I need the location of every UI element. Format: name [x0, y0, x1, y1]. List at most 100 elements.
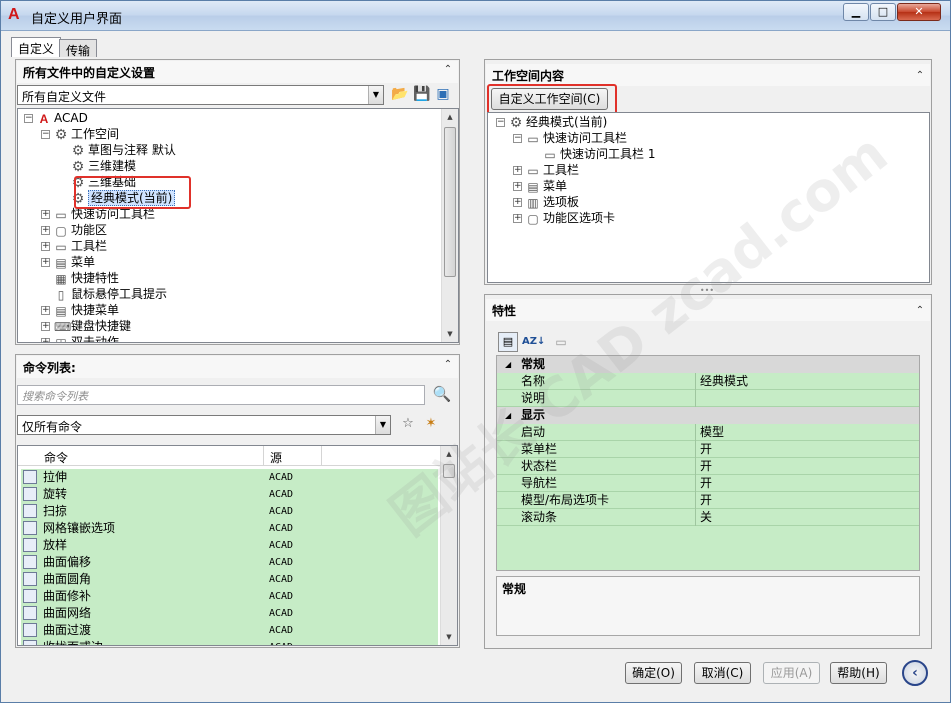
collapse-icon[interactable]: ◢	[505, 407, 511, 424]
property-category[interactable]: ◢ 常规	[497, 356, 919, 373]
collapse-icon[interactable]: ⌃	[913, 304, 927, 318]
expand-icon[interactable]: +	[41, 306, 50, 315]
collapse-icon[interactable]: ◢	[505, 356, 511, 373]
command-row[interactable]: 放样 ACAD	[21, 537, 438, 554]
property-value[interactable]: 经典模式	[700, 373, 748, 390]
tree-item[interactable]: + ▤ 快捷菜单	[41, 302, 119, 318]
tree-item[interactable]: ⚙ 三维建模	[58, 158, 136, 174]
expand-icon[interactable]: +	[41, 338, 50, 342]
expand-icon[interactable]: +	[513, 198, 522, 207]
tree-scrollbar[interactable]: ▲ ▼	[441, 109, 458, 342]
tree-item[interactable]: ▭ 快速访问工具栏 1	[530, 146, 655, 162]
scroll-down-icon[interactable]: ▼	[441, 629, 457, 645]
save-icon[interactable]: 💾	[413, 86, 430, 102]
scroll-up-icon[interactable]: ▲	[442, 109, 458, 125]
minimize-button[interactable]: ▁	[843, 3, 869, 21]
collapse-icon[interactable]: ⌃	[913, 69, 927, 83]
property-row[interactable]: 说明	[497, 390, 919, 407]
collapse-icon[interactable]: −	[24, 114, 33, 123]
command-row[interactable]: 网格镶嵌选项 ACAD	[21, 520, 438, 537]
property-row[interactable]: 状态栏 开	[497, 458, 919, 475]
search-icon[interactable]: 🔍	[432, 384, 452, 404]
splitter-grip[interactable]: •••	[698, 287, 716, 295]
command-row[interactable]: 曲面修补 ACAD	[21, 588, 438, 605]
command-list-scrollbar[interactable]: ▲ ▼	[440, 446, 457, 645]
tree-item[interactable]: + ▢ 功能区	[41, 222, 107, 238]
ok-button[interactable]: 确定(O)	[625, 662, 682, 684]
maximize-button[interactable]: □	[870, 3, 896, 21]
command-row[interactable]: 曲面过渡 ACAD	[21, 622, 438, 639]
sort-alphabetical-icon[interactable]: AZ↓	[522, 332, 545, 352]
apply-button[interactable]: 应用(A)	[763, 662, 820, 684]
scroll-down-icon[interactable]: ▼	[442, 326, 458, 342]
tree-item[interactable]: + ▥ 选项板	[513, 194, 579, 210]
new-command-icon[interactable]: ✶	[422, 415, 440, 433]
command-filter-dropdown[interactable]: 仅所有命令 ▼	[17, 415, 391, 435]
expand-icon[interactable]: +	[41, 322, 50, 331]
expand-icon[interactable]: +	[513, 182, 522, 191]
properties-grid[interactable]: ◢ 常规 名称 经典模式 说明 ◢ 显示 启动 模型 菜单栏开状态栏开导航栏开模型/布局选项卡开滚…	[496, 355, 920, 571]
command-row[interactable]: 曲面圆角 ACAD	[21, 571, 438, 588]
collapse-panel-icon[interactable]: ‹	[902, 660, 928, 686]
collapse-icon[interactable]: ⌃	[441, 63, 455, 77]
property-row[interactable]: 菜单栏 开	[497, 441, 919, 458]
command-row[interactable]: 曲面偏移 ACAD	[21, 554, 438, 571]
tab-customize[interactable]: 自定义	[11, 37, 62, 57]
tree-item[interactable]: − ⚙ 经典模式(当前)	[496, 114, 607, 130]
command-row[interactable]: 拉伸 ACAD	[21, 469, 438, 486]
tree-item[interactable]: ▯ 鼠标悬停工具提示	[41, 286, 167, 302]
customizations-tree[interactable]: ▲ ▼ − A ACAD − ⚙ 工作空间 ⚙ 草图与注释 默认 ⚙ 三维建模 ⚙ 三维基础 ⚙ 经典模式…	[17, 108, 459, 343]
command-row[interactable]: 收拢面或边 ACAD	[21, 639, 438, 645]
tree-item[interactable]: + ▤ 菜单	[513, 178, 567, 194]
workspace-contents-tree[interactable]: − ⚙ 经典模式(当前) − ▭ 快速访问工具栏 ▭ 快速访问工具栏 1 + ▭ 工具栏 + ▤ 菜单 + ▥…	[487, 112, 930, 283]
tree-item[interactable]: + ▭ 工具栏	[41, 238, 107, 254]
property-value[interactable]: 模型	[700, 424, 724, 441]
collapse-icon[interactable]: −	[513, 134, 522, 143]
tree-item[interactable]: + ▢ 功能区选项卡	[513, 210, 615, 226]
expand-icon[interactable]: +	[513, 214, 522, 223]
collapse-icon[interactable]: ⌃	[441, 358, 455, 372]
open-file-icon[interactable]: 📂	[391, 86, 408, 102]
property-row[interactable]: 启动 模型	[497, 424, 919, 441]
collapse-icon[interactable]: −	[41, 130, 50, 139]
property-value[interactable]: 开	[700, 441, 712, 458]
expand-icon[interactable]: +	[41, 258, 50, 267]
tab-transfer[interactable]: 传输	[59, 39, 98, 58]
command-row[interactable]: 旋转 ACAD	[21, 486, 438, 503]
save-as-icon[interactable]: ▣	[435, 86, 451, 102]
tree-item[interactable]: + ◳ 双击动作	[41, 334, 119, 342]
tree-item[interactable]: + ▤ 菜单	[41, 254, 95, 270]
property-pages-icon[interactable]: ▭	[551, 332, 571, 352]
column-source[interactable]: 源	[270, 449, 282, 466]
command-list[interactable]: 命令 源 ▲ ▼ 拉伸 ACAD 旋转 ACAD 扫掠 ACAD 网格镶嵌选项 ACAD 放样 A…	[17, 445, 458, 646]
expand-icon[interactable]: +	[513, 166, 522, 175]
tree-item[interactable]: − ⚙ 工作空间	[41, 126, 119, 142]
command-search-input[interactable]: 搜索命令列表	[17, 385, 425, 405]
property-row[interactable]: 导航栏 开	[497, 475, 919, 492]
property-value[interactable]: 开	[700, 458, 712, 475]
tree-item[interactable]: ▦ 快捷特性	[41, 270, 119, 286]
expand-icon[interactable]: +	[41, 242, 50, 251]
tree-item[interactable]: ⚙ 草图与注释 默认	[58, 142, 176, 158]
property-row[interactable]: 滚动条 关	[497, 509, 919, 526]
help-button[interactable]: 帮助(H)	[830, 662, 887, 684]
property-value[interactable]: 开	[700, 475, 712, 492]
tree-item[interactable]: − ▭ 快速访问工具栏	[513, 130, 627, 146]
scroll-thumb[interactable]	[443, 464, 455, 478]
property-value[interactable]: 开	[700, 492, 712, 509]
property-row[interactable]: 模型/布局选项卡 开	[497, 492, 919, 509]
close-button[interactable]: ✕	[897, 3, 941, 21]
tree-item[interactable]: − A ACAD	[24, 110, 88, 126]
find-command-icon[interactable]: ☆	[399, 415, 417, 433]
column-command[interactable]: 命令	[44, 449, 68, 466]
property-category[interactable]: ◢ 显示	[497, 407, 919, 424]
title-bar[interactable]: A 自定义用户界面 ▁ □ ✕	[1, 1, 950, 31]
command-row[interactable]: 扫掠 ACAD	[21, 503, 438, 520]
property-value[interactable]: 关	[700, 509, 712, 526]
expand-icon[interactable]: +	[41, 226, 50, 235]
scroll-thumb[interactable]	[444, 127, 456, 277]
scroll-up-icon[interactable]: ▲	[441, 446, 457, 462]
customization-file-dropdown[interactable]: 所有自定义文件 ▼	[17, 85, 384, 105]
property-row[interactable]: 名称 经典模式	[497, 373, 919, 390]
command-row[interactable]: 曲面网络 ACAD	[21, 605, 438, 622]
